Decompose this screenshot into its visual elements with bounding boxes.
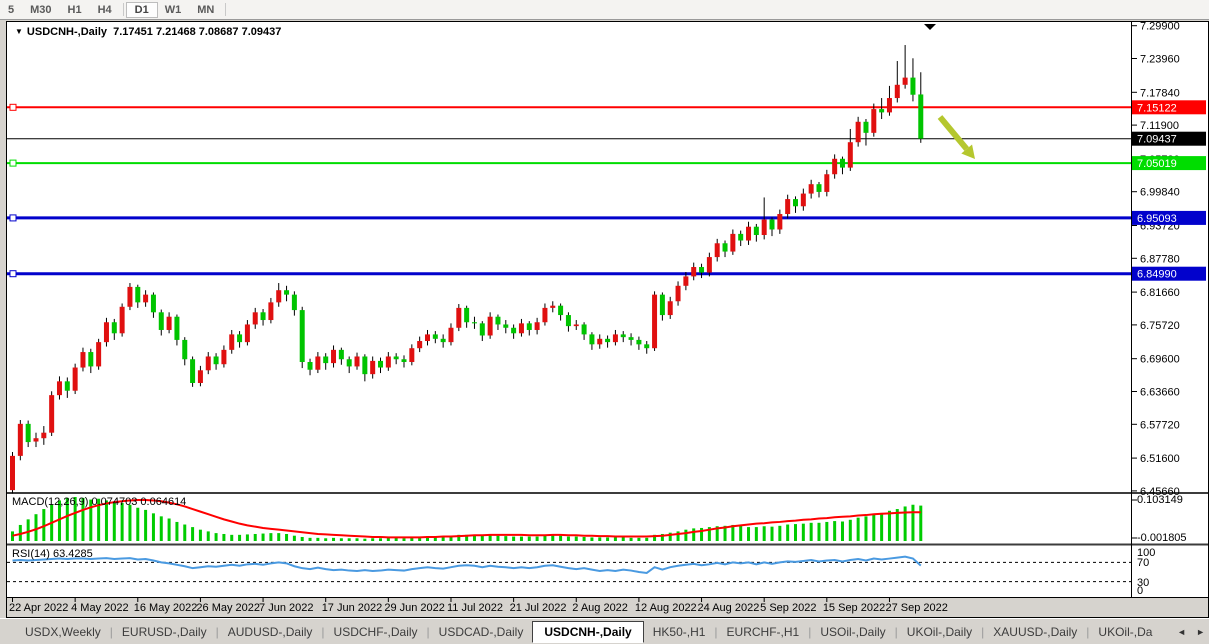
- timeframe-button-h1[interactable]: H1: [60, 3, 90, 17]
- svg-text:2 Aug 2022: 2 Aug 2022: [572, 602, 628, 614]
- chart-window: 7.299007.239607.178407.119007.057806.998…: [6, 21, 1209, 618]
- tab-usdchf-daily[interactable]: USDCHF-,Daily: [325, 625, 427, 639]
- svg-text:17 Jun 2022: 17 Jun 2022: [322, 602, 383, 614]
- terminal-screen: 5M30H1H4 D1W1MN 7.29900 7.23960 7.17840 7.11…: [0, 0, 1209, 644]
- tab-scroll-left-icon[interactable]: ◄: [1177, 627, 1186, 637]
- svg-text:6.87780: 6.87780: [1140, 253, 1180, 265]
- hline-handle[interactable]: [10, 215, 16, 221]
- tab-usoil-daily[interactable]: USOil-,Daily: [811, 625, 894, 639]
- tab-ukoil-da[interactable]: UKOil-,Da: [1089, 625, 1161, 639]
- svg-text:6.51600: 6.51600: [1140, 453, 1180, 465]
- tab-eurchf-h1[interactable]: EURCHF-,H1: [718, 625, 809, 639]
- svg-text:12 Aug 2022: 12 Aug 2022: [635, 602, 697, 614]
- svg-text:6.81660: 6.81660: [1140, 287, 1180, 299]
- svg-text:16 May 2022: 16 May 2022: [134, 602, 198, 614]
- rsi-value: 63.4285: [53, 548, 93, 560]
- svg-text:26 May 2022: 26 May 2022: [196, 602, 260, 614]
- macd-indicator-label: MACD(12,26,9) 0.074703 0.064614: [12, 496, 186, 508]
- svg-text:6.75720: 6.75720: [1140, 320, 1180, 332]
- toolbar-separator: [123, 3, 124, 16]
- tab-xauusd-daily[interactable]: XAUUSD-,Daily: [984, 625, 1086, 639]
- svg-text:11 Jul 2022: 11 Jul 2022: [447, 602, 503, 614]
- macd-values: 0.074703 0.064614: [91, 496, 186, 508]
- svg-text:29 Jun 2022: 29 Jun 2022: [384, 602, 445, 614]
- chart-symbol-label: USDCNH-,Daily: [27, 26, 107, 38]
- tab-usdcad-daily[interactable]: USDCAD-,Daily: [430, 625, 533, 639]
- rsi-name: RSI(14): [12, 548, 50, 560]
- svg-text:4 May 2022: 4 May 2022: [71, 602, 128, 614]
- timeframe-button-d1[interactable]: D1: [127, 3, 157, 17]
- svg-text:-0.001805: -0.001805: [1137, 532, 1187, 544]
- tab-scroll-arrows: ◄ ►: [1177, 619, 1205, 644]
- hline-handle[interactable]: [10, 160, 16, 166]
- svg-text:6.63660: 6.63660: [1140, 386, 1180, 398]
- hline-handle[interactable]: [10, 271, 16, 277]
- tab-eurusd-daily[interactable]: EURUSD-,Daily: [113, 625, 216, 639]
- svg-text:24 Aug 2022: 24 Aug 2022: [698, 602, 760, 614]
- chart-title: ▼ USDCNH-,Daily 7.17451 7.21468 7.08687 7…: [15, 26, 281, 38]
- timeframe-button-h4[interactable]: H4: [90, 3, 120, 17]
- tab-audusd-daily[interactable]: AUDUSD-,Daily: [219, 625, 322, 639]
- svg-text:7.05019: 7.05019: [1137, 158, 1177, 170]
- tab-usdx-weekly[interactable]: USDX,Weekly: [16, 625, 110, 639]
- toolbar-separator: [225, 3, 226, 16]
- svg-text:7.11900: 7.11900: [1140, 120, 1179, 132]
- svg-text:7.29900: 7.29900: [1140, 22, 1180, 33]
- svg-text:6.99840: 6.99840: [1140, 187, 1180, 199]
- timeframe-button-m30[interactable]: M30: [22, 3, 59, 17]
- chart-canvas[interactable]: 7.299007.239607.178407.119007.057806.998…: [7, 22, 1208, 617]
- symbol-tab-bar: USDX,Weekly|EURUSD-,Daily|AUDUSD-,Daily|…: [0, 618, 1209, 644]
- svg-text:15 Sep 2022: 15 Sep 2022: [823, 602, 885, 614]
- chart-ohlc-readout: 7.17451 7.21468 7.08687 7.09437: [113, 26, 281, 38]
- macd-name: MACD(12,26,9): [12, 496, 88, 508]
- timeframe-toolbar: 5M30H1H4 D1W1MN: [0, 0, 1209, 20]
- tab-usdcnh-daily[interactable]: USDCNH-,Daily: [532, 621, 643, 643]
- tab-scroll-right-icon[interactable]: ►: [1196, 627, 1205, 637]
- svg-text:6.95093: 6.95093: [1137, 213, 1177, 225]
- svg-text:7.17840: 7.17840: [1140, 87, 1180, 99]
- svg-text:0: 0: [1137, 585, 1143, 597]
- svg-text:7.15122: 7.15122: [1137, 102, 1177, 114]
- timeframe-button-mn[interactable]: MN: [189, 3, 222, 17]
- svg-text:6.57720: 6.57720: [1140, 419, 1180, 431]
- svg-text:0.103149: 0.103149: [1137, 494, 1183, 506]
- timeframe-button-w1[interactable]: W1: [157, 3, 190, 17]
- svg-text:70: 70: [1137, 557, 1149, 569]
- tab-hk50-h1[interactable]: HK50-,H1: [644, 625, 715, 639]
- svg-text:7.09437: 7.09437: [1137, 134, 1177, 146]
- svg-text:6.69600: 6.69600: [1140, 354, 1180, 366]
- tab-ukoil-daily[interactable]: UKOil-,Daily: [898, 625, 981, 639]
- svg-text:7.23960: 7.23960: [1140, 54, 1180, 66]
- hline-handle[interactable]: [10, 104, 16, 110]
- rsi-indicator-label: RSI(14) 63.4285: [12, 548, 93, 560]
- chart-dropdown-icon[interactable]: ▼: [15, 27, 23, 36]
- svg-text:6.84990: 6.84990: [1137, 269, 1177, 281]
- svg-text:22 Apr 2022: 22 Apr 2022: [9, 602, 68, 614]
- svg-text:27 Sep 2022: 27 Sep 2022: [885, 602, 947, 614]
- svg-text:5 Sep 2022: 5 Sep 2022: [760, 602, 816, 614]
- svg-text:21 Jul 2022: 21 Jul 2022: [510, 602, 567, 614]
- timeframe-button-5[interactable]: 5: [0, 3, 22, 17]
- svg-text:7 Jun 2022: 7 Jun 2022: [259, 602, 313, 614]
